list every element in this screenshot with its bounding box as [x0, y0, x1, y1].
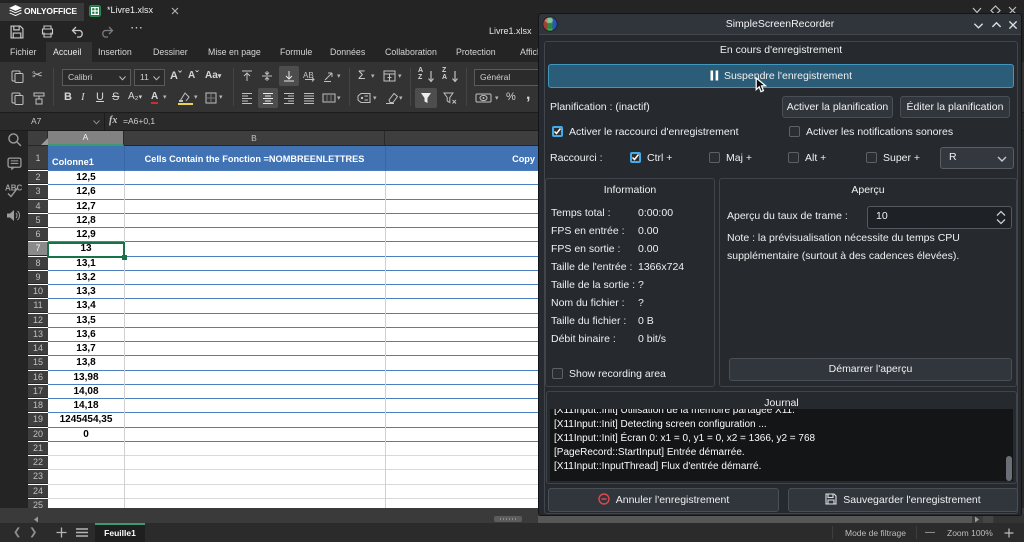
svg-text:ABC: ABC: [5, 184, 23, 193]
svg-text:AB: AB: [303, 71, 314, 80]
